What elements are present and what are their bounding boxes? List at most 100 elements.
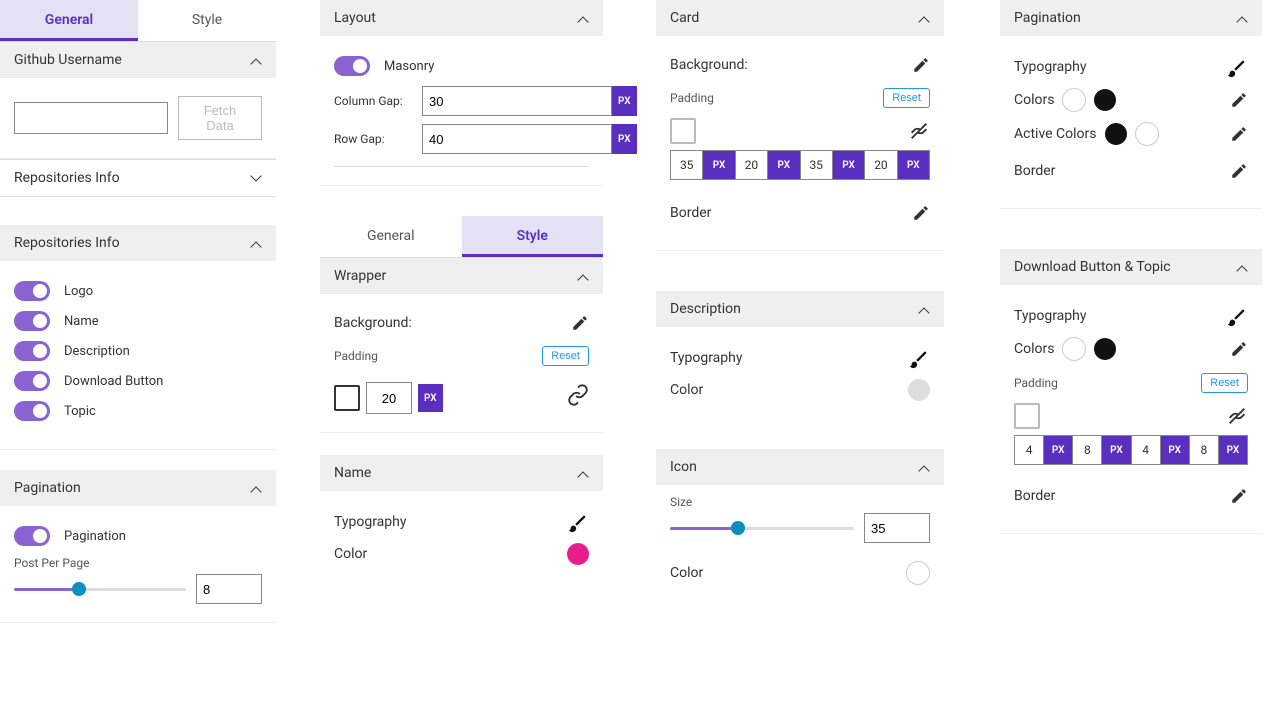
accordion-repositories-info-collapsed[interactable]: Repositories Info [0, 159, 276, 197]
brush-icon[interactable] [1226, 56, 1248, 78]
github-username-input[interactable] [14, 102, 168, 134]
unit-label[interactable]: PX [612, 124, 637, 154]
pad-top[interactable]: 4 [1015, 436, 1044, 464]
padding-box-icon [1014, 403, 1040, 429]
color-label: Color [670, 382, 703, 398]
accordion-title: Layout [334, 10, 376, 26]
unit-label[interactable]: PX [703, 151, 735, 179]
edit-icon[interactable] [1230, 91, 1248, 109]
typography-label: Typography [670, 350, 742, 366]
accordion-icon[interactable]: Icon [656, 449, 944, 485]
accordion-wrapper[interactable]: Wrapper [320, 258, 603, 294]
pad-right[interactable]: 20 [736, 151, 768, 179]
accordion-title: Repositories Info [14, 235, 120, 251]
border-label: Border [670, 205, 711, 221]
column-gap-input[interactable] [422, 86, 612, 116]
accordion-title: Wrapper [334, 268, 386, 284]
accordion-repositories-info[interactable]: Repositories Info [0, 225, 276, 261]
accordion-layout[interactable]: Layout [320, 0, 603, 36]
color-swatch[interactable] [567, 543, 589, 565]
pad-left[interactable]: 8 [1190, 436, 1219, 464]
background-label: Background: [334, 315, 412, 331]
edit-icon[interactable] [1230, 125, 1248, 143]
brush-icon[interactable] [1226, 305, 1248, 327]
padding-value-input[interactable] [366, 382, 412, 414]
accordion-card[interactable]: Card [656, 0, 944, 36]
brush-icon[interactable] [908, 347, 930, 369]
pad-bottom[interactable]: 35 [801, 151, 833, 179]
typography-label: Typography [1014, 308, 1086, 324]
colors-label: Colors [1014, 341, 1054, 357]
color-swatch[interactable] [1094, 338, 1116, 360]
icon-size-slider[interactable] [670, 518, 854, 538]
card-body: Background: Padding Reset 35 PX 20 PX 35… [656, 36, 944, 251]
edit-icon[interactable] [912, 204, 930, 222]
unit-label[interactable]: PX [768, 151, 800, 179]
toggle-pagination[interactable] [14, 526, 50, 546]
edit-icon[interactable] [912, 56, 930, 74]
edit-icon[interactable] [1230, 162, 1248, 180]
ppp-slider[interactable] [14, 579, 186, 599]
icon-size-input[interactable] [864, 513, 930, 543]
reset-button[interactable]: Reset [542, 346, 589, 366]
dlbtn-body: Typography Colors Padding Reset 4 PX 8 P… [1000, 285, 1262, 534]
tab-general[interactable]: General [0, 0, 138, 41]
chevron-down-icon [250, 172, 262, 184]
toggle-description[interactable] [14, 341, 50, 361]
pad-top[interactable]: 35 [671, 151, 703, 179]
toggle-label: Name [64, 314, 99, 329]
color-swatch[interactable] [908, 379, 930, 401]
unlink-values-icon[interactable] [908, 120, 930, 142]
accordion-download-button-topic[interactable]: Download Button & Topic [1000, 249, 1262, 285]
description-body: Typography Color [656, 327, 944, 429]
row-gap-input[interactable] [422, 124, 612, 154]
color-swatch[interactable] [1062, 88, 1086, 112]
layout-body: Masonry Column Gap: PX Row Gap: PX [320, 36, 603, 186]
accordion-name[interactable]: Name [320, 455, 603, 491]
accordion-description[interactable]: Description [656, 291, 944, 327]
toggle-topic[interactable] [14, 401, 50, 421]
unit-label[interactable]: PX [1102, 436, 1131, 464]
edit-icon[interactable] [571, 314, 589, 332]
tab-style-2[interactable]: Style [462, 216, 604, 257]
pad-right[interactable]: 8 [1073, 436, 1102, 464]
toggle-logo[interactable] [14, 281, 50, 301]
accordion-github-username[interactable]: Github Username [0, 42, 276, 78]
color-swatch[interactable] [1062, 337, 1086, 361]
github-body: Fetch Data [0, 78, 276, 159]
unit-label[interactable]: PX [833, 151, 865, 179]
color-swatch[interactable] [1135, 122, 1159, 146]
unit-label[interactable]: PX [1219, 436, 1247, 464]
reset-button[interactable]: Reset [883, 88, 930, 108]
tab-general-2[interactable]: General [320, 216, 462, 257]
fetch-data-button[interactable]: Fetch Data [178, 96, 262, 140]
unit-label[interactable]: PX [418, 384, 443, 412]
color-swatch[interactable] [906, 561, 930, 585]
color-swatch[interactable] [1094, 89, 1116, 111]
ppp-value-input[interactable] [196, 574, 262, 604]
unit-label[interactable]: PX [898, 151, 929, 179]
accordion-pagination-general[interactable]: Pagination [0, 470, 276, 506]
pad-left[interactable]: 20 [865, 151, 897, 179]
unit-label[interactable]: PX [612, 86, 637, 116]
unit-label[interactable]: PX [1044, 436, 1073, 464]
color-swatch[interactable] [1105, 123, 1127, 145]
unlink-values-icon[interactable] [1226, 405, 1248, 427]
toggle-name[interactable] [14, 311, 50, 331]
edit-icon[interactable] [1230, 487, 1248, 505]
toggle-masonry[interactable] [334, 56, 370, 76]
accordion-pagination-style[interactable]: Pagination [1000, 0, 1262, 36]
toggle-download-button[interactable] [14, 371, 50, 391]
column-gap-label: Column Gap: [334, 94, 414, 108]
unit-label[interactable]: PX [1161, 436, 1190, 464]
edit-icon[interactable] [1230, 340, 1248, 358]
typography-label: Typography [1014, 59, 1086, 75]
pad-bottom[interactable]: 4 [1132, 436, 1161, 464]
reset-button[interactable]: Reset [1201, 373, 1248, 393]
link-values-icon[interactable] [567, 384, 589, 406]
brush-icon[interactable] [567, 511, 589, 533]
tab-style[interactable]: Style [138, 0, 276, 41]
padding-label: Padding [670, 91, 714, 105]
chevron-up-icon [1236, 261, 1248, 273]
padding-box-icon [670, 118, 696, 144]
